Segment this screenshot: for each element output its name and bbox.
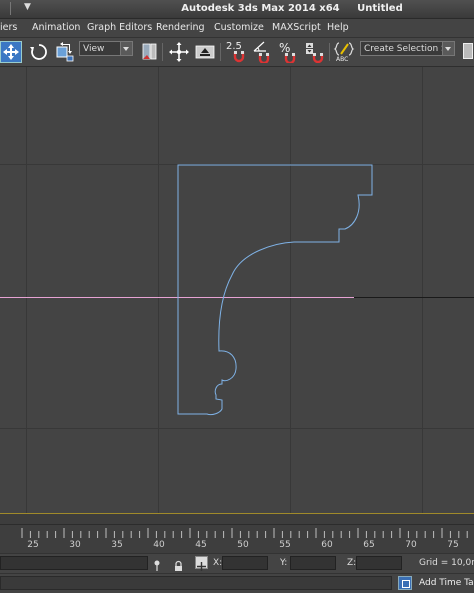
track-bar-frame-label: 35 — [111, 540, 123, 550]
percent-snap-label: % — [279, 41, 291, 55]
angle-snap-toggle-button[interactable] — [252, 41, 274, 63]
toolbar-divider — [329, 43, 330, 61]
pivot-center-icon — [142, 43, 157, 60]
crown-molding-spline[interactable] — [177, 164, 373, 416]
track-bar-ticks — [21, 528, 468, 538]
main-toolbar: View 2.5 % ABC Create Selection Se — [0, 38, 474, 67]
menu-maxscript[interactable]: MAXScript — [272, 22, 321, 33]
viewport-grid — [0, 67, 474, 513]
snaps-toggle-label: 2.5 — [226, 41, 242, 52]
viewport-canvas[interactable] — [0, 67, 474, 513]
menu-bar: iers Animation Graph Editors Rendering C… — [0, 19, 474, 38]
toolbar-divider — [162, 43, 163, 61]
viewport-front[interactable] — [0, 67, 474, 513]
manipulate-icon — [169, 42, 189, 62]
menu-help[interactable]: Help — [327, 22, 349, 33]
spinner-snap-toggle-button[interactable] — [303, 41, 325, 63]
percent-snap-toggle-button[interactable]: % — [278, 41, 300, 63]
rotate-icon — [30, 44, 47, 60]
z-coord-label: Z: — [347, 558, 357, 568]
track-bar-frame-label: 65 — [363, 540, 375, 550]
track-bar-frame-label: 60 — [321, 540, 333, 550]
edit-named-selection-label: ABC — [336, 56, 349, 63]
z-coord-field[interactable] — [356, 556, 402, 570]
edit-named-selection-sets-button[interactable]: ABC — [333, 41, 355, 63]
pin-icon[interactable] — [153, 557, 161, 571]
y-coord-label: Y: — [280, 558, 288, 568]
x-coord-label: X: — [213, 558, 223, 568]
x-coord-field[interactable] — [222, 556, 268, 570]
move-arrows-icon — [3, 44, 19, 60]
track-bar-frame-label: 75 — [447, 540, 459, 550]
document-title: Untitled — [357, 3, 403, 14]
select-and-scale-button[interactable] — [54, 41, 76, 63]
menu-rendering[interactable]: Rendering — [156, 22, 205, 33]
named-selection-set-value: Create Selection Se — [364, 44, 453, 54]
select-and-rotate-button[interactable] — [28, 41, 50, 63]
keyboard-shortcut-override-button[interactable] — [194, 41, 216, 63]
selection-lock-toggle-button[interactable] — [174, 557, 183, 571]
toolbar-more-button[interactable] — [461, 41, 474, 61]
transform-mode-icon — [197, 562, 206, 571]
prompt-bar: Add Time Tag — [0, 573, 474, 593]
track-bar-frame-label: 25 — [27, 540, 39, 550]
grid-size-readout: Grid = 10,0mm — [419, 558, 474, 568]
lock-icon — [175, 560, 182, 571]
reference-coordinate-value: View — [83, 44, 105, 54]
y-coord-field[interactable] — [290, 556, 336, 570]
reference-coordinate-dropdown[interactable]: View — [79, 41, 133, 56]
absolute-mode-transform-toggle[interactable] — [195, 556, 208, 571]
use-pivot-center-button[interactable] — [139, 41, 161, 63]
prompt-line — [0, 576, 392, 590]
app-title: Autodesk 3ds Max 2014 x64 — [181, 3, 340, 14]
chevron-down-icon — [442, 42, 454, 55]
track-bar-frame-label: 40 — [153, 540, 165, 550]
pin-glyph-icon — [154, 560, 160, 571]
menu-graph-editors[interactable]: Graph Editors — [87, 22, 152, 33]
angle-snap-icon — [253, 41, 270, 63]
menu-customize[interactable]: Customize — [214, 22, 264, 33]
title-bar: ▼ Autodesk 3ds Max 2014 x64 Untitled — [0, 0, 474, 19]
keyboard-icon — [195, 45, 215, 59]
mirror-icon — [463, 43, 473, 59]
toolbar-divider — [220, 43, 221, 61]
menu-modifiers[interactable]: iers — [0, 22, 17, 33]
track-bar[interactable]: 25 30 35 40 45 50 55 60 65 70 75 — [0, 524, 474, 554]
track-bar-frame-label: 50 — [237, 540, 249, 550]
select-and-move-button[interactable] — [0, 41, 22, 63]
track-bar-frame-label: 70 — [405, 540, 417, 550]
add-time-tag-button[interactable]: Add Time Tag — [419, 578, 474, 588]
track-bar-frame-label: 30 — [69, 540, 81, 550]
select-and-manipulate-button[interactable] — [168, 41, 190, 63]
time-tag-icon[interactable] — [398, 576, 412, 590]
chevron-down-icon — [120, 42, 132, 55]
track-bar-frame-label: 55 — [279, 540, 291, 550]
spinner-snap-icon — [306, 43, 324, 63]
viewport-bottom-strip — [0, 513, 474, 524]
status-bar: X: Y: Z: Grid = 10,0mm — [0, 553, 474, 573]
scale-icon — [56, 42, 74, 62]
named-selection-set-dropdown[interactable]: Create Selection Se — [360, 41, 455, 56]
window-title: Autodesk 3ds Max 2014 x64 Untitled — [0, 3, 474, 14]
track-bar-frame-label: 45 — [195, 540, 207, 550]
snaps-toggle-button[interactable]: 2.5 — [224, 41, 248, 63]
status-prompt-area — [0, 556, 148, 570]
menu-animation[interactable]: Animation — [32, 22, 80, 33]
